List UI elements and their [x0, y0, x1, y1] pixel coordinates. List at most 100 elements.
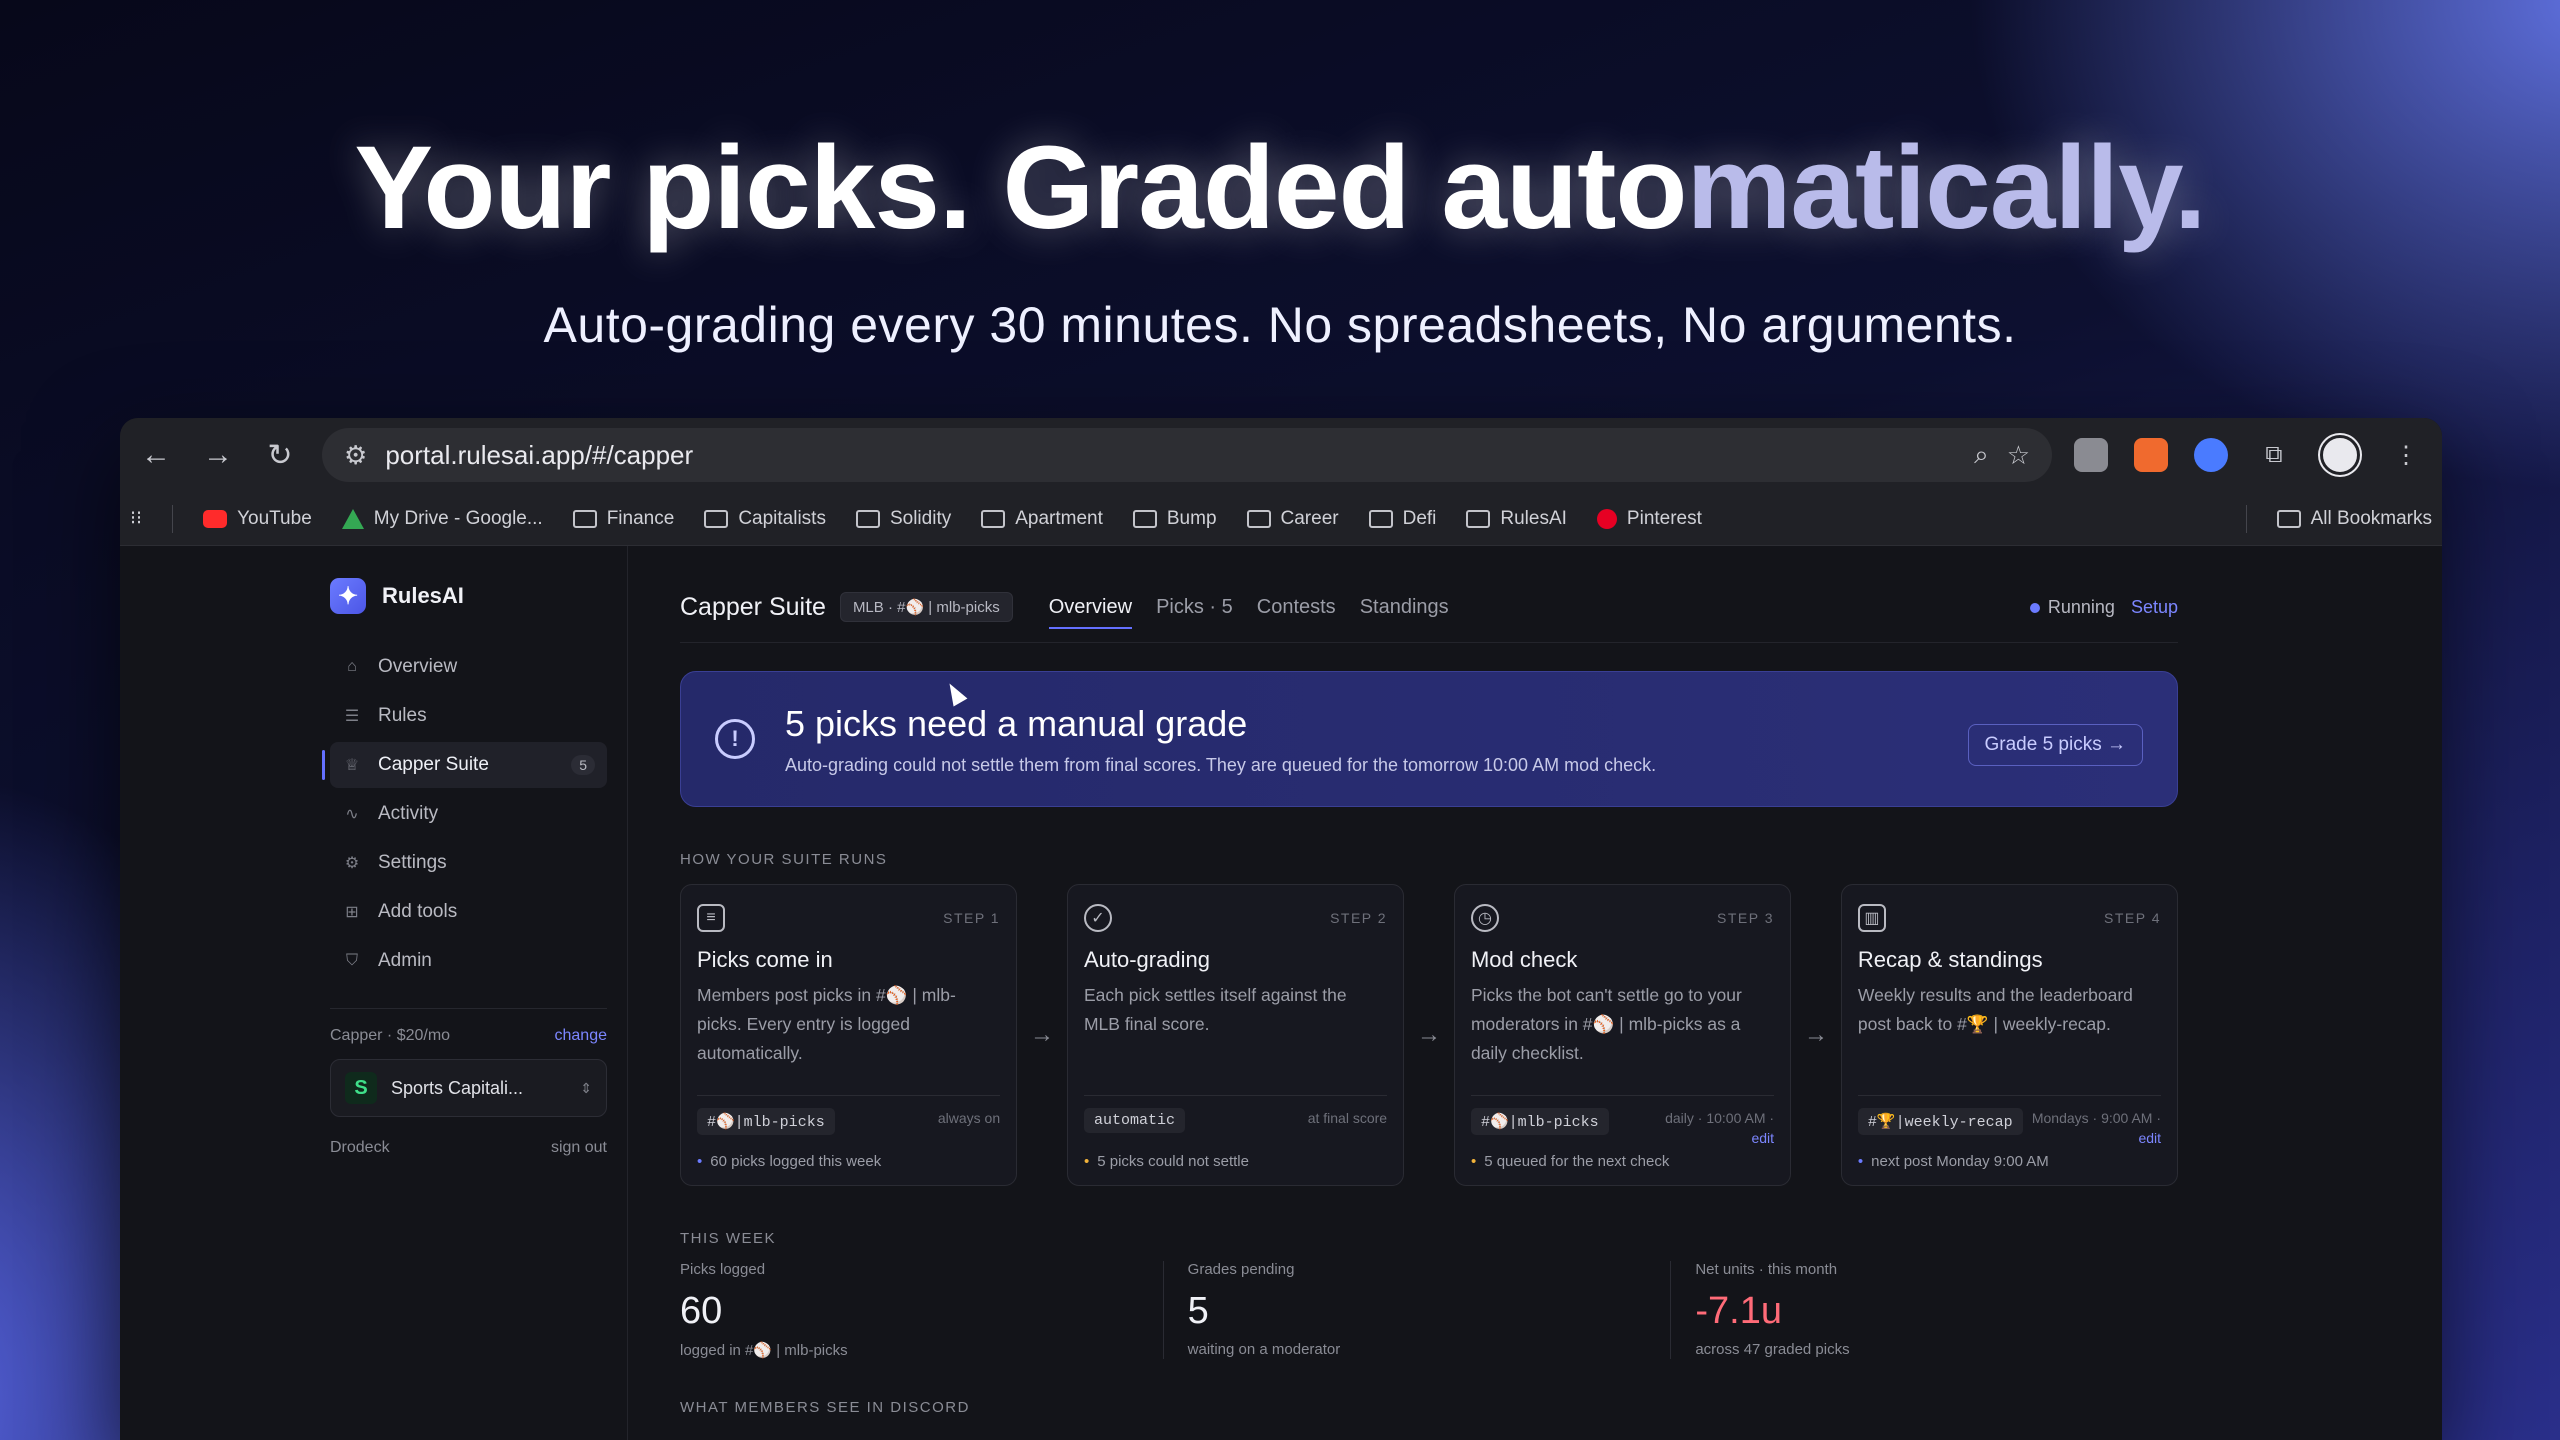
grade-picks-button[interactable]: Grade 5 picks → [1967, 724, 2143, 766]
step-note: 5 picks could not settle [1084, 1153, 1249, 1170]
sidebar-item-activity[interactable]: ∿ Activity [330, 791, 607, 837]
folder-icon [2276, 509, 2301, 528]
step-description: Members post picks in #⚾ | mlb-picks. Ev… [697, 985, 956, 1063]
tab-contests[interactable]: Contests [1257, 588, 1336, 627]
channel-chip[interactable]: MLB · #⚾ | mlb-picks [839, 592, 1013, 622]
step-note: 60 picks logged this week [697, 1153, 881, 1170]
clock-icon: ◷ [1470, 904, 1499, 932]
message-icon: ≡ [697, 904, 725, 932]
bookmark-career[interactable]: Career [1246, 508, 1339, 530]
header-divider [680, 642, 2178, 643]
change-plan-link[interactable]: change [555, 1027, 608, 1045]
folder-icon [704, 509, 729, 528]
sidebar-item-capper-suite[interactable]: ♕ Capper Suite 5 [322, 742, 607, 788]
bookmark-bump[interactable]: Bump [1132, 508, 1217, 530]
step-card: ◷ STEP 3 Mod check Picks the bot can't se… [1453, 884, 1792, 1186]
folder-icon [1246, 509, 1271, 528]
main-content: Capper Suite MLB · #⚾ | mlb-picks Overvi… [628, 546, 2442, 1440]
sidebar-divider [330, 1008, 607, 1009]
url-text[interactable]: portal.rulesai.app/#/capper [385, 440, 1956, 471]
bookmark-separator [172, 504, 174, 533]
folder-icon [981, 509, 1006, 528]
bookmark-finance[interactable]: Finance [572, 508, 674, 530]
stat-grades-pending: Grades pending 5 waiting on a moderator [1162, 1261, 1671, 1359]
sidebar-item-add-tools[interactable]: ⊞ Add tools [330, 889, 607, 935]
sign-out-link[interactable]: sign out [551, 1139, 607, 1157]
all-bookmarks[interactable]: All Bookmarks [2276, 508, 2432, 530]
setup-link[interactable]: Setup [2131, 597, 2178, 618]
tab-picks[interactable]: Picks · 5 [1156, 588, 1233, 627]
pinterest-icon [1596, 508, 1617, 529]
stat-net-units: Net units · this month -7.1u across 47 g… [1670, 1261, 2178, 1359]
browser-window: ← → ↻ ⚙ portal.rulesai.app/#/capper ⌕ ☆ … [120, 418, 2442, 1440]
plus-square-icon: ⊞ [345, 904, 359, 921]
sidebar-item-settings[interactable]: ⚙ Settings [330, 840, 607, 886]
status-indicator: Running [2029, 597, 2115, 618]
chart-icon: ▥ [1857, 904, 1886, 932]
folder-icon [1466, 509, 1491, 528]
back-icon[interactable]: ← [136, 435, 176, 475]
star-icon[interactable]: ☆ [2007, 440, 2030, 471]
bookmark-separator [2245, 504, 2247, 533]
browser-toolbar: ← → ↻ ⚙ portal.rulesai.app/#/capper ⌕ ☆ … [120, 418, 2442, 492]
sidebar-item-overview[interactable]: ⌂ Overview [330, 644, 607, 690]
tab-standings[interactable]: Standings [1360, 588, 1449, 627]
puzzle-icon[interactable]: ⧉ [2254, 435, 2294, 475]
tab-overview[interactable]: Overview [1048, 588, 1133, 629]
site-settings-icon[interactable]: ⚙ [344, 440, 367, 471]
forward-icon[interactable]: → [198, 435, 238, 475]
steps-row: ≡ STEP 1 Picks come in Members post picks… [680, 884, 2179, 1186]
step-card: ✓ STEP 2 Auto-grading Each pick settles i… [1066, 884, 1405, 1186]
bookmark-pinterest[interactable]: Pinterest [1596, 508, 1702, 530]
step-card: ≡ STEP 1 Picks come in Members post picks… [680, 884, 1018, 1186]
edit-schedule-link[interactable]: edit [2138, 1130, 2161, 1146]
gear-icon: ⚙ [344, 855, 360, 872]
page-title: Capper Suite [680, 592, 826, 621]
shield-icon: ⛉ [345, 952, 358, 969]
address-bar[interactable]: ⚙ portal.rulesai.app/#/capper ⌕ ☆ [322, 428, 2052, 482]
status-dot-icon [2029, 602, 2040, 613]
workspace-select[interactable]: S Sports Capitali... ⇕ [330, 1059, 607, 1117]
bookmark-youtube[interactable]: YouTube [203, 508, 312, 530]
bookmark-rulesai[interactable]: RulesAI [1466, 508, 1567, 530]
step-note: 5 queued for the next check [1471, 1153, 1669, 1170]
extension-icon[interactable] [2074, 438, 2108, 472]
folder-icon [572, 509, 597, 528]
edit-schedule-link[interactable]: edit [1751, 1130, 1774, 1146]
bookmark-drive[interactable]: My Drive - Google... [341, 508, 543, 530]
folder-icon [855, 509, 880, 528]
apps-icon[interactable]: ⁝⁝ [130, 507, 142, 530]
arrow-right-icon: → [1030, 1021, 1055, 1048]
wallet-icon[interactable] [2194, 438, 2228, 472]
bookmark-apartment[interactable]: Apartment [981, 508, 1103, 530]
week-section-label: THIS WEEK [680, 1230, 777, 1247]
bookmark-solidity[interactable]: Solidity [855, 508, 951, 530]
alert-description: Auto-grading could not settle them from … [785, 754, 1657, 775]
channel-tag: #⚾|mlb-picks [1470, 1108, 1609, 1135]
sidebar-item-admin[interactable]: ⛉ Admin [330, 938, 607, 984]
folder-icon [1368, 509, 1393, 528]
sidebar: ✦ RulesAI ⌂ Overview ☰ Rules ♕ Capper Suite… [120, 546, 628, 1440]
how-section-label: HOW YOUR SUITE RUNS [680, 851, 888, 868]
bookmark-capitalists[interactable]: Capitalists [704, 508, 826, 530]
step-title: Mod check [1470, 947, 1578, 972]
alert-icon: ! [715, 719, 755, 759]
mode-tag: automatic [1083, 1108, 1185, 1133]
profile-icon[interactable] [2320, 435, 2360, 475]
step-description: Picks the bot can't settle go to your mo… [1470, 985, 1742, 1063]
youtube-icon [203, 509, 228, 528]
step-description: Each pick settles itself against the MLB… [1083, 985, 1347, 1034]
menu-icon[interactable]: ⋮ [2386, 435, 2426, 475]
reload-icon[interactable]: ↻ [260, 435, 300, 475]
step-title: Auto-grading [1083, 947, 1210, 972]
step-title: Picks come in [697, 947, 833, 972]
zoom-icon[interactable]: ⌕ [1974, 439, 1989, 471]
sidebar-item-rules[interactable]: ☰ Rules [330, 693, 607, 739]
check-circle-icon: ✓ [1083, 904, 1112, 932]
brave-icon[interactable] [2134, 438, 2168, 472]
brand-name: RulesAI [382, 583, 464, 608]
hero-title: Your picks. Graded automatically. [0, 120, 2560, 256]
bookmark-defi[interactable]: Defi [1368, 508, 1436, 530]
brand[interactable]: ✦ RulesAI [330, 578, 607, 614]
channel-tag: #⚾|mlb-picks [697, 1108, 835, 1135]
